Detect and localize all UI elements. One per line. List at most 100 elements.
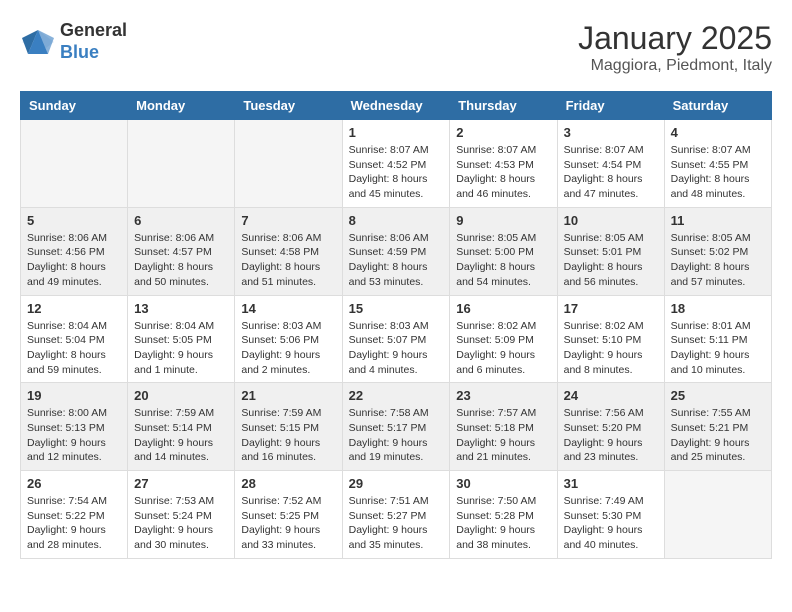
day-info: Sunrise: 7:50 AM Sunset: 5:28 PM Dayligh… xyxy=(456,494,550,553)
calendar-table: SundayMondayTuesdayWednesdayThursdayFrid… xyxy=(20,91,772,559)
calendar-week-row: 19 Sunrise: 8:00 AM Sunset: 5:13 PM Dayli… xyxy=(21,383,772,471)
calendar-cell: 8 Sunrise: 8:06 AM Sunset: 4:59 PM Daylig… xyxy=(342,207,450,295)
calendar-week-row: 12 Sunrise: 8:04 AM Sunset: 5:04 PM Dayli… xyxy=(21,295,772,383)
day-number: 7 xyxy=(241,213,335,228)
day-info: Sunrise: 7:56 AM Sunset: 5:20 PM Dayligh… xyxy=(564,406,658,465)
calendar-cell: 7 Sunrise: 8:06 AM Sunset: 4:58 PM Daylig… xyxy=(235,207,342,295)
calendar-week-row: 1 Sunrise: 8:07 AM Sunset: 4:52 PM Daylig… xyxy=(21,120,772,208)
day-number: 8 xyxy=(349,213,444,228)
day-info: Sunrise: 8:07 AM Sunset: 4:52 PM Dayligh… xyxy=(349,143,444,202)
calendar-cell: 28 Sunrise: 7:52 AM Sunset: 5:25 PM Dayli… xyxy=(235,471,342,559)
day-info: Sunrise: 7:59 AM Sunset: 5:14 PM Dayligh… xyxy=(134,406,228,465)
day-number: 21 xyxy=(241,388,335,403)
logo-icon xyxy=(20,28,56,56)
calendar-cell: 3 Sunrise: 8:07 AM Sunset: 4:54 PM Daylig… xyxy=(557,120,664,208)
day-info: Sunrise: 8:04 AM Sunset: 5:05 PM Dayligh… xyxy=(134,319,228,378)
calendar-cell: 10Sunrise: 8:05 AM Sunset: 5:01 PM Dayli… xyxy=(557,207,664,295)
day-number: 28 xyxy=(241,476,335,491)
day-info: Sunrise: 7:51 AM Sunset: 5:27 PM Dayligh… xyxy=(349,494,444,553)
calendar-cell: 17 Sunrise: 8:02 AM Sunset: 5:10 PM Dayli… xyxy=(557,295,664,383)
calendar-cell xyxy=(128,120,235,208)
calendar-cell: 9 Sunrise: 8:05 AM Sunset: 5:00 PM Daylig… xyxy=(450,207,557,295)
day-info: Sunrise: 8:01 AM Sunset: 5:11 PM Dayligh… xyxy=(671,319,765,378)
calendar-cell: 15 Sunrise: 8:03 AM Sunset: 5:07 PM Dayli… xyxy=(342,295,450,383)
day-info: Sunrise: 8:07 AM Sunset: 4:53 PM Dayligh… xyxy=(456,143,550,202)
calendar-cell: 13Sunrise: 8:04 AM Sunset: 5:05 PM Dayli… xyxy=(128,295,235,383)
day-info: Sunrise: 8:07 AM Sunset: 4:55 PM Dayligh… xyxy=(671,143,765,202)
day-number: 4 xyxy=(671,125,765,140)
day-number: 24 xyxy=(564,388,658,403)
day-info: Sunrise: 8:05 AM Sunset: 5:01 PM Dayligh… xyxy=(564,231,658,290)
calendar-week-row: 5 Sunrise: 8:06 AM Sunset: 4:56 PM Daylig… xyxy=(21,207,772,295)
day-info: Sunrise: 8:06 AM Sunset: 4:58 PM Dayligh… xyxy=(241,231,335,290)
title-block: January 2025 Maggiora, Piedmont, Italy xyxy=(578,20,772,75)
page-header: General Blue January 2025 Maggiora, Pied… xyxy=(20,20,772,75)
weekday-header-saturday: Saturday xyxy=(664,92,771,120)
day-number: 31 xyxy=(564,476,658,491)
day-info: Sunrise: 8:06 AM Sunset: 4:59 PM Dayligh… xyxy=(349,231,444,290)
day-number: 12 xyxy=(27,301,121,316)
day-info: Sunrise: 8:06 AM Sunset: 4:57 PM Dayligh… xyxy=(134,231,228,290)
calendar-cell: 21Sunrise: 7:59 AM Sunset: 5:15 PM Dayli… xyxy=(235,383,342,471)
day-info: Sunrise: 7:49 AM Sunset: 5:30 PM Dayligh… xyxy=(564,494,658,553)
day-info: Sunrise: 7:54 AM Sunset: 5:22 PM Dayligh… xyxy=(27,494,121,553)
calendar-cell: 20Sunrise: 7:59 AM Sunset: 5:14 PM Dayli… xyxy=(128,383,235,471)
day-info: Sunrise: 8:06 AM Sunset: 4:56 PM Dayligh… xyxy=(27,231,121,290)
day-number: 15 xyxy=(349,301,444,316)
calendar-cell: 31 Sunrise: 7:49 AM Sunset: 5:30 PM Dayli… xyxy=(557,471,664,559)
calendar-cell: 24 Sunrise: 7:56 AM Sunset: 5:20 PM Dayli… xyxy=(557,383,664,471)
month-title: January 2025 xyxy=(578,20,772,57)
day-number: 9 xyxy=(456,213,550,228)
calendar-cell xyxy=(664,471,771,559)
weekday-header-tuesday: Tuesday xyxy=(235,92,342,120)
calendar-cell: 16Sunrise: 8:02 AM Sunset: 5:09 PM Dayli… xyxy=(450,295,557,383)
day-number: 18 xyxy=(671,301,765,316)
day-info: Sunrise: 8:04 AM Sunset: 5:04 PM Dayligh… xyxy=(27,319,121,378)
day-info: Sunrise: 8:00 AM Sunset: 5:13 PM Dayligh… xyxy=(27,406,121,465)
calendar-cell: 19 Sunrise: 8:00 AM Sunset: 5:13 PM Dayli… xyxy=(21,383,128,471)
calendar-cell: 18 Sunrise: 8:01 AM Sunset: 5:11 PM Dayli… xyxy=(664,295,771,383)
location-text: Maggiora, Piedmont, Italy xyxy=(578,57,772,75)
weekday-header-thursday: Thursday xyxy=(450,92,557,120)
day-number: 22 xyxy=(349,388,444,403)
weekday-header-wednesday: Wednesday xyxy=(342,92,450,120)
day-number: 27 xyxy=(134,476,228,491)
day-info: Sunrise: 8:05 AM Sunset: 5:00 PM Dayligh… xyxy=(456,231,550,290)
day-number: 30 xyxy=(456,476,550,491)
day-number: 3 xyxy=(564,125,658,140)
day-number: 26 xyxy=(27,476,121,491)
calendar-cell xyxy=(235,120,342,208)
day-number: 1 xyxy=(349,125,444,140)
day-number: 29 xyxy=(349,476,444,491)
weekday-header-sunday: Sunday xyxy=(21,92,128,120)
day-number: 19 xyxy=(27,388,121,403)
calendar-cell: 2Sunrise: 8:07 AM Sunset: 4:53 PM Daylig… xyxy=(450,120,557,208)
day-info: Sunrise: 8:05 AM Sunset: 5:02 PM Dayligh… xyxy=(671,231,765,290)
day-info: Sunrise: 8:03 AM Sunset: 5:07 PM Dayligh… xyxy=(349,319,444,378)
calendar-cell: 27 Sunrise: 7:53 AM Sunset: 5:24 PM Dayli… xyxy=(128,471,235,559)
calendar-cell: 26 Sunrise: 7:54 AM Sunset: 5:22 PM Dayli… xyxy=(21,471,128,559)
day-info: Sunrise: 8:02 AM Sunset: 5:09 PM Dayligh… xyxy=(456,319,550,378)
day-number: 25 xyxy=(671,388,765,403)
weekday-header-row: SundayMondayTuesdayWednesdayThursdayFrid… xyxy=(21,92,772,120)
day-info: Sunrise: 8:07 AM Sunset: 4:54 PM Dayligh… xyxy=(564,143,658,202)
day-info: Sunrise: 8:02 AM Sunset: 5:10 PM Dayligh… xyxy=(564,319,658,378)
weekday-header-friday: Friday xyxy=(557,92,664,120)
day-number: 5 xyxy=(27,213,121,228)
weekday-header-monday: Monday xyxy=(128,92,235,120)
calendar-cell: 22Sunrise: 7:58 AM Sunset: 5:17 PM Dayli… xyxy=(342,383,450,471)
calendar-cell: 14 Sunrise: 8:03 AM Sunset: 5:06 PM Dayli… xyxy=(235,295,342,383)
day-number: 17 xyxy=(564,301,658,316)
day-info: Sunrise: 8:03 AM Sunset: 5:06 PM Dayligh… xyxy=(241,319,335,378)
calendar-cell: 29 Sunrise: 7:51 AM Sunset: 5:27 PM Dayli… xyxy=(342,471,450,559)
day-info: Sunrise: 7:55 AM Sunset: 5:21 PM Dayligh… xyxy=(671,406,765,465)
logo-blue-text: Blue xyxy=(60,42,99,62)
day-info: Sunrise: 7:52 AM Sunset: 5:25 PM Dayligh… xyxy=(241,494,335,553)
day-info: Sunrise: 7:53 AM Sunset: 5:24 PM Dayligh… xyxy=(134,494,228,553)
day-number: 14 xyxy=(241,301,335,316)
calendar-cell: 6Sunrise: 8:06 AM Sunset: 4:57 PM Daylig… xyxy=(128,207,235,295)
logo: General Blue xyxy=(20,20,127,63)
logo-general-text: General xyxy=(60,20,127,40)
calendar-cell: 30 Sunrise: 7:50 AM Sunset: 5:28 PM Dayli… xyxy=(450,471,557,559)
day-number: 23 xyxy=(456,388,550,403)
